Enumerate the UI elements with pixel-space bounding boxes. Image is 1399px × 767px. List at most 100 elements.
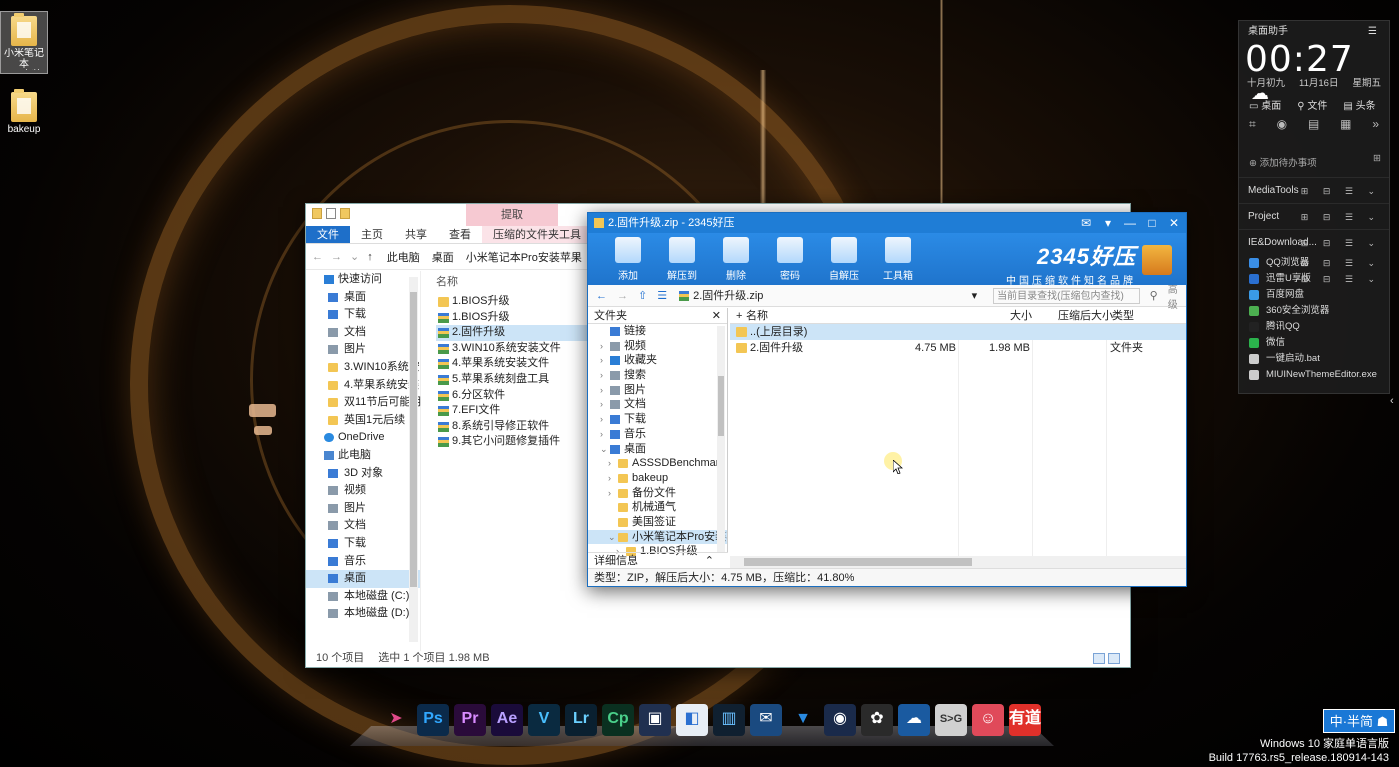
tab-file[interactable]: 文件: [306, 226, 350, 243]
breadcrumb-item[interactable]: 此电脑: [387, 249, 420, 265]
view-toggle[interactable]: [1093, 653, 1120, 664]
nav-item[interactable]: 此电脑: [306, 447, 420, 465]
archive-file-list[interactable]: + 名称 大小 压缩后大小 类型 ..(上层目录) 2.固件升级 4.75 MB 1.…: [730, 308, 1186, 558]
expand-icon[interactable]: »: [1372, 117, 1379, 137]
nav-item[interactable]: 3.WIN10系统安: [306, 359, 420, 377]
tab-view[interactable]: 查看: [438, 226, 482, 243]
desktop-assistant-panel[interactable]: 桌面助手 ☰ 00:27 ☁ 十月初九 11月16日 星期五 ▭ 桌面 ⚲ 文件…: [1238, 20, 1390, 394]
eye-icon[interactable]: ◉: [1277, 117, 1287, 137]
dock-s2g-icon[interactable]: S>G: [935, 704, 967, 736]
file-row[interactable]: 8.系统引导修正软件: [436, 419, 596, 435]
expand-arrow-icon[interactable]: ›: [608, 456, 611, 471]
tree-scrollbar[interactable]: [717, 326, 725, 552]
scrollbar-thumb[interactable]: [410, 292, 417, 587]
chevron-down-icon[interactable]: ⌄: [350, 250, 359, 263]
tab-home[interactable]: 主页: [350, 226, 394, 243]
delete-button[interactable]: 删除: [716, 233, 756, 285]
expand-arrow-icon[interactable]: ›: [600, 427, 603, 442]
expand-arrow-icon[interactable]: ›: [600, 397, 603, 412]
file-row[interactable]: 4.苹果系统安装文件: [436, 356, 596, 372]
assistant-group[interactable]: MediaTools ⊞ ⊟ ☰ ⌄: [1239, 177, 1389, 203]
quick-file[interactable]: ⚲ 文件: [1297, 97, 1327, 113]
assistant-group[interactable]: IE&Download... ⊞ ⊟ ☰ ⌄: [1239, 229, 1389, 255]
dock-captivate-icon[interactable]: Cp: [602, 704, 634, 736]
expand-arrow-icon[interactable]: ›: [608, 486, 611, 501]
file-row[interactable]: 9.其它小问题修复插件: [436, 434, 596, 450]
expand-arrow-icon[interactable]: ⌄: [608, 530, 616, 545]
nav-item[interactable]: 下载: [306, 535, 420, 553]
explorer-file-list[interactable]: 名称 1.BIOS升级 1.BIOS升级 2.固件升级 3.WIN10系统安装文件 4.…: [436, 274, 596, 450]
column-header-packed-size[interactable]: 压缩后大小: [1058, 308, 1113, 324]
view-mode-icon[interactable]: ☰: [657, 289, 667, 302]
dock-cloud-app-icon[interactable]: ☁: [898, 704, 930, 736]
dock-davinci-icon[interactable]: ✿: [861, 704, 893, 736]
column-header-size[interactable]: 大小: [1010, 308, 1032, 324]
nav-item[interactable]: OneDrive: [306, 429, 420, 447]
tree-item[interactable]: 机械通气: [588, 500, 727, 515]
toolbox-button[interactable]: 工具箱: [878, 233, 918, 285]
feedback-icon[interactable]: ✉: [1078, 213, 1094, 233]
dock-premiere-icon[interactable]: Pr: [454, 704, 486, 736]
expand-arrow-icon[interactable]: ›: [608, 471, 611, 486]
file-row[interactable]: 1.BIOS升级: [436, 310, 596, 326]
file-row[interactable]: 7.EFI文件: [436, 403, 596, 419]
dock-lightroom-icon[interactable]: Lr: [565, 704, 597, 736]
dock-youdao-icon[interactable]: 有道: [1009, 704, 1041, 736]
breadcrumb-item[interactable]: 桌面: [432, 249, 454, 265]
tree-item[interactable]: › 搜索: [588, 368, 727, 383]
archive-row[interactable]: 2.固件升级 4.75 MB 1.98 MB 文件夹: [730, 340, 1186, 356]
close-icon[interactable]: ✕: [712, 308, 721, 324]
tree-item[interactable]: › 下载: [588, 412, 727, 427]
large-icons-view-icon[interactable]: [1108, 653, 1120, 664]
column-header-type[interactable]: 类型: [1112, 308, 1134, 324]
dock-vegas-icon[interactable]: V: [528, 704, 560, 736]
nav-item[interactable]: 本地磁盘 (D:): [306, 605, 420, 623]
column-header-name[interactable]: 名称: [436, 274, 596, 294]
minimize-button[interactable]: —: [1122, 213, 1138, 233]
add-todo[interactable]: ⊕ 添加待办事项 ⊞: [1239, 137, 1389, 177]
tree-item[interactable]: › 视频: [588, 339, 727, 354]
forward-arrow-icon[interactable]: →: [617, 290, 628, 302]
dock-pink-app-icon[interactable]: ☺: [972, 704, 1004, 736]
scrollbar-thumb[interactable]: [718, 376, 724, 436]
password-button[interactable]: 密码: [770, 233, 810, 285]
expand-arrow-icon[interactable]: ⌄: [600, 442, 608, 457]
app-actions[interactable]: ⊞ ⊟ ☰ ⌄: [1301, 271, 1381, 287]
nav-item[interactable]: 图片: [306, 500, 420, 518]
nav-item[interactable]: 4.苹果系统安装: [306, 377, 420, 395]
column-header-name[interactable]: 名称: [746, 308, 768, 324]
expand-arrow-icon[interactable]: ›: [600, 412, 603, 427]
advanced-search-button[interactable]: 高级: [1168, 281, 1186, 311]
search-icon[interactable]: ⚲: [1150, 289, 1158, 302]
quick-access-toolbar[interactable]: [312, 208, 350, 219]
assistant-app[interactable]: MIUINewThemeEditor.exe: [1239, 367, 1389, 383]
menu-icon[interactable]: ☰: [1368, 21, 1377, 43]
app-actions[interactable]: ⊞ ⊟ ☰ ⌄: [1301, 255, 1381, 271]
tree-item[interactable]: › ASSSDBenchmark: [588, 456, 727, 471]
nav-item[interactable]: 桌面: [306, 570, 420, 588]
scrollbar-thumb[interactable]: [744, 558, 972, 566]
file-row[interactable]: 5.苹果系统刻盘工具: [436, 372, 596, 388]
dock-audio-meter-icon[interactable]: ▥: [713, 704, 745, 736]
up-arrow-icon[interactable]: ↑: [367, 251, 373, 263]
tab-share[interactable]: 共享: [394, 226, 438, 243]
details-panel-header[interactable]: 详细信息 ⌃: [588, 552, 728, 568]
apps-grid-icon[interactable]: ⊞: [1373, 153, 1381, 164]
quick-desktop[interactable]: ▭ 桌面: [1249, 97, 1281, 113]
tree-item[interactable]: › 文档: [588, 397, 727, 412]
zip-toolbar[interactable]: 添加 解压到 删除 密码 自解压 工具箱 2345好压 中国压缩软件知名品牌: [588, 233, 1186, 287]
archive-path[interactable]: 2.固件升级.zip: [677, 288, 962, 304]
nav-item[interactable]: 图片✦: [306, 341, 420, 359]
menu-icon[interactable]: ▾: [1100, 213, 1116, 233]
zip-archive-window[interactable]: 2.固件升级.zip - 2345好压 ✉ ▾ — □ ✕ 添加 解压到 删除 …: [587, 212, 1187, 587]
tree-item[interactable]: ⌄ 桌面: [588, 442, 727, 457]
nav-item[interactable]: 下载✦: [306, 306, 420, 324]
archive-list-header[interactable]: + 名称 大小 压缩后大小 类型: [730, 308, 1186, 324]
assistant-group[interactable]: Project ⊞ ⊟ ☰ ⌄: [1239, 203, 1389, 229]
close-button[interactable]: ✕: [1166, 213, 1182, 233]
file-row[interactable]: 1.BIOS升级: [436, 294, 596, 310]
assistant-app[interactable]: 腾讯QQ: [1239, 319, 1389, 335]
path-dropdown-icon[interactable]: ▾: [972, 289, 978, 302]
tree-item[interactable]: › 收藏夹: [588, 353, 727, 368]
tree-item[interactable]: ⌄ 小米笔记本Pro安装苹: [588, 529, 727, 545]
